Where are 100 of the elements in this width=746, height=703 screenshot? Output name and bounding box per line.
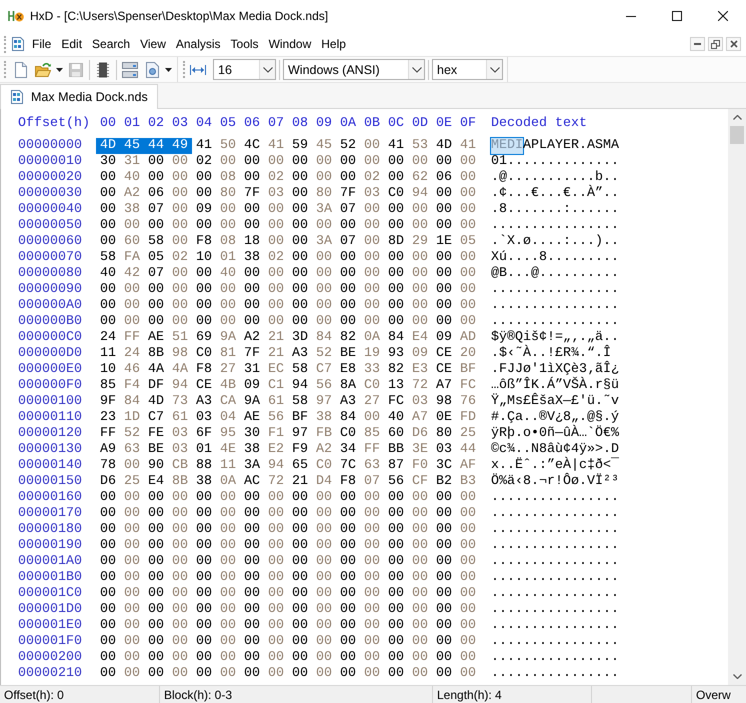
scrollbar[interactable] bbox=[728, 109, 746, 685]
hex-byte: 00 bbox=[171, 506, 189, 522]
drag-handle[interactable] bbox=[183, 61, 185, 78]
hex-byte: 63 bbox=[123, 442, 141, 458]
hex-byte: 00 bbox=[171, 154, 189, 170]
offset-base-dropdown[interactable]: hex bbox=[432, 59, 503, 80]
menu-item[interactable]: Analysis bbox=[170, 35, 226, 53]
hex-byte: 03 bbox=[267, 186, 285, 202]
hex-byte: 94 bbox=[171, 378, 189, 394]
column-header: 0F bbox=[459, 116, 477, 132]
hex-byte: 00 bbox=[387, 618, 405, 634]
hex-byte: 25 bbox=[123, 474, 141, 490]
row-offset: 000001E0 bbox=[18, 618, 82, 634]
minimize-icon bbox=[694, 43, 701, 45]
hex-byte: 00 bbox=[387, 506, 405, 522]
hex-byte: 00 bbox=[195, 602, 213, 618]
hex-byte: 00 bbox=[147, 170, 165, 186]
hex-byte: 50 bbox=[219, 138, 237, 154]
row-offset: 00000070 bbox=[18, 250, 82, 266]
hex-byte: 00 bbox=[195, 586, 213, 602]
hex-byte: 23 bbox=[99, 410, 117, 426]
hex-byte: 00 bbox=[267, 298, 285, 314]
hex-byte: 00 bbox=[459, 522, 477, 538]
hex-byte: 00 bbox=[147, 506, 165, 522]
hex-byte: 3A bbox=[315, 234, 333, 250]
menu-item[interactable]: File bbox=[27, 35, 56, 53]
hex-byte: 00 bbox=[291, 282, 309, 298]
child-restore-button[interactable] bbox=[708, 37, 723, 51]
hex-byte: CE bbox=[195, 378, 213, 394]
hex-byte: E4 bbox=[147, 474, 165, 490]
length-status: Length(h): 4 bbox=[437, 688, 502, 702]
hex-byte: 00 bbox=[435, 522, 453, 538]
child-minimize-button[interactable] bbox=[690, 37, 705, 51]
hex-byte: 60 bbox=[123, 234, 141, 250]
hex-byte: 00 bbox=[387, 154, 405, 170]
hex-byte: 00 bbox=[459, 634, 477, 650]
hex-byte: AE bbox=[243, 410, 261, 426]
hex-byte: 00 bbox=[195, 170, 213, 186]
menu-item[interactable]: Tools bbox=[226, 35, 264, 53]
hex-byte: 00 bbox=[411, 602, 429, 618]
drag-handle[interactable] bbox=[4, 61, 6, 78]
menu-item[interactable]: Help bbox=[316, 35, 351, 53]
hex-byte: 76 bbox=[459, 394, 477, 410]
hex-byte: 00 bbox=[435, 282, 453, 298]
decoded-text: Xú....8......... bbox=[491, 250, 619, 266]
hex-byte: 00 bbox=[291, 170, 309, 186]
hex-byte: 00 bbox=[435, 586, 453, 602]
hex-byte: 4B bbox=[219, 378, 237, 394]
hex-byte: D6 bbox=[411, 426, 429, 442]
hex-byte: 00 bbox=[147, 218, 165, 234]
column-header: 09 bbox=[315, 116, 333, 132]
menu-item[interactable]: View bbox=[135, 35, 171, 53]
document-icon bbox=[12, 37, 24, 51]
hex-byte: 00 bbox=[147, 522, 165, 538]
hex-byte: 00 bbox=[339, 538, 357, 554]
hex-byte: 3D bbox=[291, 330, 309, 346]
scroll-thumb[interactable] bbox=[730, 126, 744, 144]
hex-byte: C7 bbox=[315, 362, 333, 378]
hex-byte: 00 bbox=[315, 554, 333, 570]
hex-byte: 00 bbox=[219, 202, 237, 218]
hex-byte: 41 bbox=[195, 138, 213, 154]
charset-dropdown[interactable]: Windows (ANSI) bbox=[283, 59, 425, 80]
hex-byte: A3 bbox=[195, 394, 213, 410]
hex-byte: 03 bbox=[435, 442, 453, 458]
hex-byte: 00 bbox=[195, 490, 213, 506]
page-icon bbox=[146, 62, 158, 78]
hex-byte: 07 bbox=[339, 234, 357, 250]
chip-icon bbox=[97, 62, 109, 78]
hex-byte: 00 bbox=[411, 666, 429, 682]
hex-byte: 40 bbox=[387, 410, 405, 426]
hex-byte: A7 bbox=[435, 378, 453, 394]
hex-byte: 00 bbox=[219, 570, 237, 586]
file-tab[interactable]: Max Media Dock.nds bbox=[0, 84, 158, 109]
hex-byte: 00 bbox=[219, 314, 237, 330]
menu-item[interactable]: Search bbox=[87, 35, 136, 53]
hex-byte: 02 bbox=[171, 250, 189, 266]
hex-byte: 00 bbox=[171, 618, 189, 634]
hex-byte: 34 bbox=[339, 442, 357, 458]
column-header: 0D bbox=[411, 116, 429, 132]
hex-byte: F9 bbox=[291, 442, 309, 458]
menu-item[interactable]: Window bbox=[264, 35, 316, 53]
hex-byte: 60 bbox=[387, 426, 405, 442]
decoded-text: .8.......:...... bbox=[491, 202, 619, 218]
hex-byte: 00 bbox=[435, 186, 453, 202]
hex-byte: 78 bbox=[99, 458, 117, 474]
hex-byte: 00 bbox=[99, 522, 117, 538]
drag-handle[interactable] bbox=[4, 36, 6, 52]
hex-byte: 00 bbox=[459, 490, 477, 506]
hex-byte: 00 bbox=[339, 570, 357, 586]
decoded-text: ................ bbox=[491, 298, 619, 314]
row-offset: 000001C0 bbox=[18, 586, 82, 602]
child-close-button[interactable] bbox=[726, 37, 741, 51]
bytes-per-row-dropdown[interactable]: 16 bbox=[213, 59, 276, 80]
hex-byte: 00 bbox=[459, 618, 477, 634]
hex-byte: 00 bbox=[291, 618, 309, 634]
hex-byte: 02 bbox=[195, 154, 213, 170]
hex-byte: 00 bbox=[219, 506, 237, 522]
menu-item[interactable]: Edit bbox=[56, 35, 88, 53]
hex-byte: 7C bbox=[339, 458, 357, 474]
decoded-text: ................ bbox=[491, 570, 619, 586]
